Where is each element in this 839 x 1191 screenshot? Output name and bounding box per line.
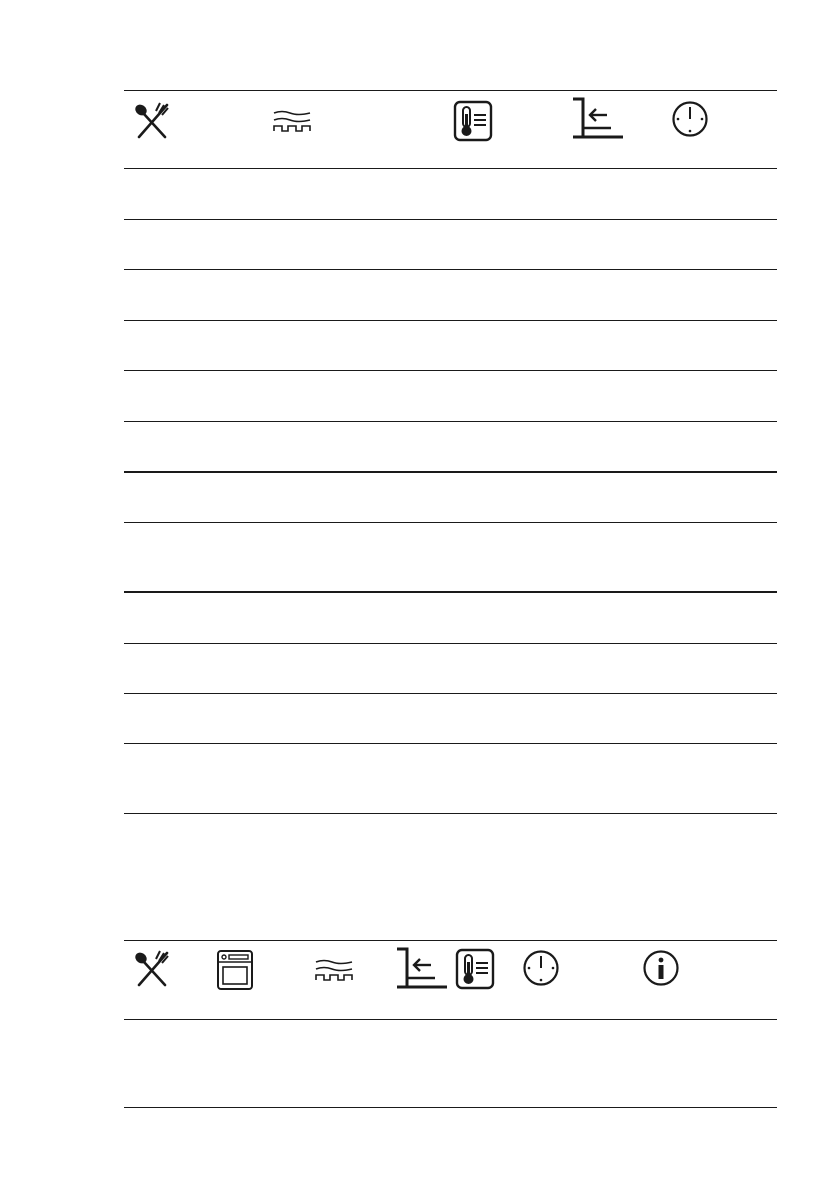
table-2 [124,940,777,1108]
table-1-header [124,90,777,169]
food-sensor-thermometer-icon [453,100,493,142]
table-row [124,220,777,270]
table-row [124,644,777,694]
table-row [124,321,777,371]
clock-icon [523,950,559,986]
shelf-position-icon [397,947,447,989]
table-row [124,523,777,593]
utensils-icon [135,102,169,139]
oven-icon [217,950,253,990]
table-2-header [124,940,777,1020]
table-row [124,473,777,523]
grill-heating-icon [273,110,311,132]
table-row [124,270,777,321]
shelf-position-icon [573,97,623,139]
table-row [124,371,777,422]
utensils-icon [135,950,169,987]
info-icon [643,950,679,986]
table-1 [124,90,777,814]
table-row [124,1020,777,1108]
table-row [124,169,777,220]
table-row [124,744,777,814]
clock-icon [672,101,708,137]
food-sensor-thermometer-icon [455,948,495,990]
table-row [124,422,777,473]
table-row [124,694,777,744]
grill-heating-icon [315,959,353,981]
table-row [124,593,777,644]
